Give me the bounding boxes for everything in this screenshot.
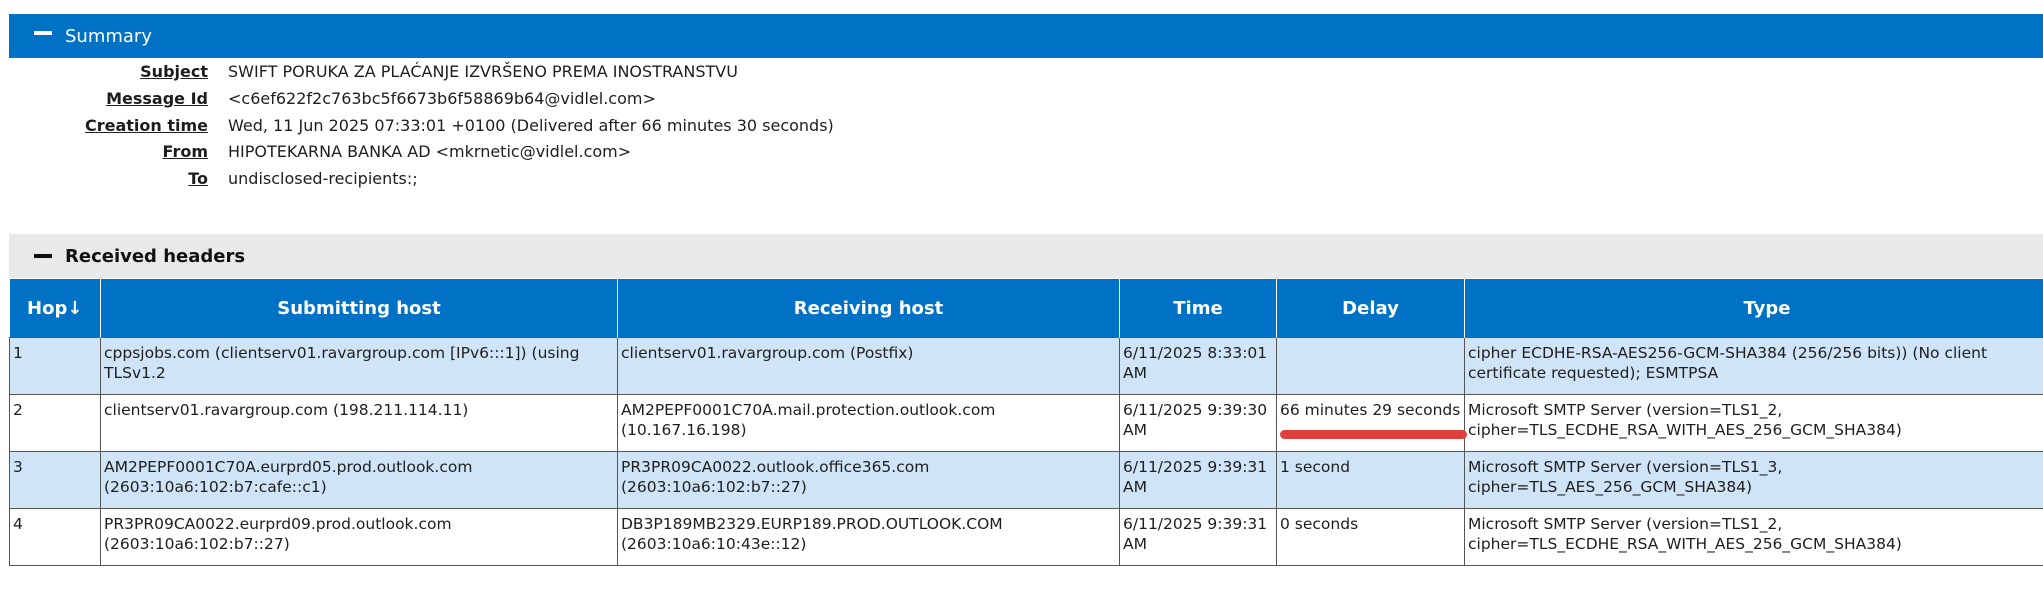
cell-time: 6/11/2025 9:39:31 AM xyxy=(1119,508,1277,566)
table-row: 2 clientserv01.ravargroup.com (198.211.1… xyxy=(9,394,2043,452)
summary-label-creation-time: Creation time xyxy=(84,116,208,135)
summary-label-subject: Subject xyxy=(140,62,208,81)
table-header-row: Hop↓ Submitting host Receiving host Time… xyxy=(9,279,2043,338)
table-row: 3 AM2PEPF0001C70A.eurprd05.prod.outlook.… xyxy=(9,451,2043,509)
summary-label-from: From xyxy=(162,142,208,161)
cell-receiving-host: clientserv01.ravargroup.com (Postfix) xyxy=(617,337,1120,395)
summary-row-to: To undisclosed-recipients:; xyxy=(0,169,900,195)
received-headers-section-header[interactable]: Received headers xyxy=(9,234,2043,278)
table-row: 4 PR3PR09CA0022.eurprd09.prod.outlook.co… xyxy=(9,508,2043,566)
received-headers-table: Hop↓ Submitting host Receiving host Time… xyxy=(9,279,2043,566)
column-header-type[interactable]: Type xyxy=(1464,279,2043,338)
cell-hop: 2 xyxy=(9,394,101,452)
summary-label-to: To xyxy=(188,169,208,188)
cell-hop: 1 xyxy=(9,337,101,395)
cell-hop: 4 xyxy=(9,508,101,566)
delay-text: 66 minutes 29 seconds xyxy=(1280,401,1461,419)
collapse-icon[interactable] xyxy=(34,31,52,35)
cell-submitting-host: PR3PR09CA0022.eurprd09.prod.outlook.com … xyxy=(100,508,618,566)
column-header-hop[interactable]: Hop↓ xyxy=(9,279,101,338)
cell-type: Microsoft SMTP Server (version=TLS1_3, c… xyxy=(1464,451,2043,509)
cell-submitting-host: cppsjobs.com (clientserv01.ravargroup.co… xyxy=(100,337,618,395)
delay-annotated-value: 66 minutes 29 seconds xyxy=(1280,400,1467,439)
summary-value-message-id: <c6ef622f2c763bc5f6673b6f58869b64@vidlel… xyxy=(228,89,656,108)
cell-type: cipher ECDHE-RSA-AES256-GCM-SHA384 (256/… xyxy=(1464,337,2043,395)
cell-receiving-host: DB3P189MB2329.EURP189.PROD.OUTLOOK.COM (… xyxy=(617,508,1120,566)
summary-section-header[interactable]: Summary xyxy=(9,14,2043,58)
column-header-submitting-host[interactable]: Submitting host xyxy=(100,279,618,338)
summary-value-creation-time: Wed, 11 Jun 2025 07:33:01 +0100 (Deliver… xyxy=(228,116,834,135)
received-headers-title: Received headers xyxy=(65,245,246,267)
cell-delay-highlighted: 66 minutes 29 seconds xyxy=(1276,394,1467,452)
summary-title: Summary xyxy=(65,25,152,47)
column-header-delay[interactable]: Delay xyxy=(1276,279,1465,338)
summary-value-subject: SWIFT PORUKA ZA PLAĆANJE IZVRŠENO PREMA … xyxy=(228,62,738,81)
summary-row-subject: Subject SWIFT PORUKA ZA PLAĆANJE IZVRŠEN… xyxy=(0,62,900,88)
cell-hop: 3 xyxy=(9,451,101,509)
column-header-time[interactable]: Time xyxy=(1119,279,1277,338)
cell-submitting-host: clientserv01.ravargroup.com (198.211.114… xyxy=(100,394,618,452)
summary-row-from: From HIPOTEKARNA BANKA AD <mkrnetic@vidl… xyxy=(0,142,900,168)
summary-value-from: HIPOTEKARNA BANKA AD <mkrnetic@vidlel.co… xyxy=(228,142,632,161)
cell-time: 6/11/2025 9:39:31 AM xyxy=(1119,451,1277,509)
cell-delay xyxy=(1276,337,1465,395)
column-header-receiving-host[interactable]: Receiving host xyxy=(617,279,1120,338)
cell-delay: 0 seconds xyxy=(1276,508,1465,566)
cell-type: Microsoft SMTP Server (version=TLS1_2, c… xyxy=(1464,508,2043,566)
summary-label-message-id: Message Id xyxy=(106,89,208,108)
table-row: 1 cppsjobs.com (clientserv01.ravargroup.… xyxy=(9,337,2043,395)
cell-receiving-host: AM2PEPF0001C70A.mail.protection.outlook.… xyxy=(617,394,1120,452)
summary-value-to: undisclosed-recipients:; xyxy=(228,169,418,188)
red-underline-annotation xyxy=(1280,430,1467,439)
cell-receiving-host: PR3PR09CA0022.outlook.office365.com (260… xyxy=(617,451,1120,509)
summary-row-message-id: Message Id <c6ef622f2c763bc5f6673b6f5886… xyxy=(0,89,900,115)
cell-type: Microsoft SMTP Server (version=TLS1_2, c… xyxy=(1464,394,2043,452)
cell-time: 6/11/2025 8:33:01 AM xyxy=(1119,337,1277,395)
summary-row-creation-time: Creation time Wed, 11 Jun 2025 07:33:01 … xyxy=(0,116,900,142)
cell-time: 6/11/2025 9:39:30 AM xyxy=(1119,394,1277,452)
cell-delay: 1 second xyxy=(1276,451,1465,509)
collapse-icon[interactable] xyxy=(34,254,52,258)
cell-submitting-host: AM2PEPF0001C70A.eurprd05.prod.outlook.co… xyxy=(100,451,618,509)
